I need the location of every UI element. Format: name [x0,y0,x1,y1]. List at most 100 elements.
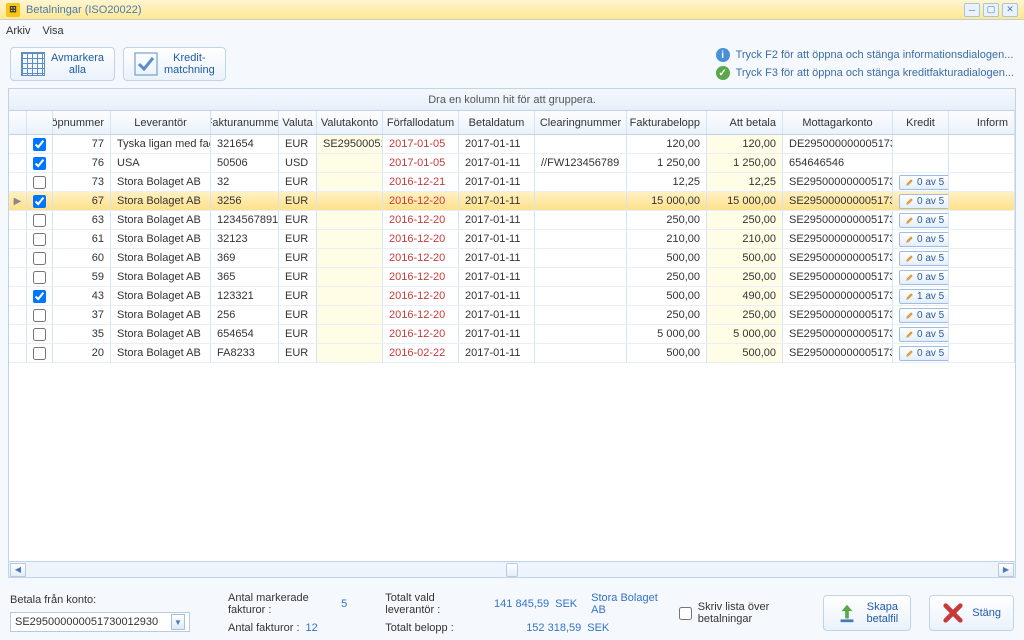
row-checkbox-cell[interactable] [27,230,53,248]
print-list-option[interactable]: Skriv lista över betalningar [679,601,806,625]
header-clearingnummer[interactable]: Clearingnummer [535,111,627,134]
maximize-button[interactable]: ▢ [983,3,999,17]
row-checkbox[interactable] [33,214,46,227]
row-checkbox[interactable] [33,271,46,284]
table-row[interactable]: 77Tyska ligan med facto...321654EURSE295… [9,135,1015,154]
credit-button[interactable]: 0 av 5 [899,270,949,285]
row-checkbox[interactable] [33,252,46,265]
horizontal-scrollbar[interactable]: ◀ ▶ [9,561,1015,577]
group-by-bar[interactable]: Dra en kolumn hit för att gruppera. [9,89,1015,111]
table-row[interactable]: 60Stora Bolaget AB369EUR2016-12-202017-0… [9,249,1015,268]
header-fakturanummer[interactable]: Fakturanummer [211,111,279,134]
cell-att-betala[interactable]: 490,00 [707,287,783,305]
header-betaldatum[interactable]: Betaldatum [459,111,535,134]
header-checkbox[interactable] [27,111,53,134]
row-checkbox[interactable] [33,347,46,360]
credit-button[interactable]: 0 av 5 [899,232,949,247]
row-checkbox[interactable] [33,233,46,246]
row-checkbox[interactable] [33,309,46,322]
credit-button[interactable]: 1 av 5 [899,289,949,304]
create-payment-file-button[interactable]: Skapa betalfil [823,595,911,631]
row-checkbox[interactable] [33,176,46,189]
table-row[interactable]: 43Stora Bolaget AB123321EUR2016-12-20201… [9,287,1015,306]
header-fakturabelopp[interactable]: Fakturabelopp [627,111,707,134]
credit-button[interactable]: 0 av 5 [899,175,949,190]
cell-valutakonto[interactable] [317,325,383,343]
menu-arkiv[interactable]: Arkiv [6,25,30,37]
row-checkbox-cell[interactable] [27,287,53,305]
row-checkbox-cell[interactable] [27,268,53,286]
row-checkbox-cell[interactable] [27,325,53,343]
cell-att-betala[interactable]: 500,00 [707,249,783,267]
minimize-button[interactable]: ─ [964,3,980,17]
table-row[interactable]: ▶67Stora Bolaget AB3256EUR2016-12-202017… [9,192,1015,211]
cell-att-betala[interactable]: 250,00 [707,306,783,324]
credit-button[interactable]: 0 av 5 [899,194,949,209]
cell-valutakonto[interactable] [317,306,383,324]
row-checkbox[interactable] [33,138,46,151]
credit-match-button[interactable]: Kredit- matchning [123,47,226,81]
row-checkbox-cell[interactable] [27,173,53,191]
header-valutakonto[interactable]: Valutakonto [317,111,383,134]
table-row[interactable]: 37Stora Bolaget AB256EUR2016-12-202017-0… [9,306,1015,325]
pay-from-account-select[interactable]: SE295000000051730012930 ▼ [10,612,190,632]
cell-att-betala[interactable]: 210,00 [707,230,783,248]
cell-valutakonto[interactable] [317,192,383,210]
row-checkbox-cell[interactable] [27,249,53,267]
header-leverantor[interactable]: Leverantör [111,111,211,134]
table-row[interactable]: 35Stora Bolaget AB654654EUR2016-12-20201… [9,325,1015,344]
row-checkbox-cell[interactable] [27,211,53,229]
cell-att-betala[interactable]: 12,25 [707,173,783,191]
credit-button[interactable]: 0 av 5 [899,213,949,228]
header-att-betala[interactable]: Att betala [707,111,783,134]
cell-att-betala[interactable]: 500,00 [707,344,783,362]
row-checkbox[interactable] [33,157,46,170]
row-checkbox-cell[interactable] [27,192,53,210]
scroll-left-button[interactable]: ◀ [10,563,26,577]
header-valuta[interactable]: Valuta [279,111,317,134]
credit-button[interactable]: 0 av 5 [899,308,949,323]
header-mottagarkonto[interactable]: Mottagarkonto [783,111,893,134]
cell-att-betala[interactable]: 1 250,00 [707,154,783,172]
row-checkbox-cell[interactable] [27,154,53,172]
cell-att-betala[interactable]: 250,00 [707,268,783,286]
cell-valutakonto[interactable] [317,154,383,172]
unmark-all-button[interactable]: Avmarkera alla [10,47,115,81]
row-checkbox[interactable] [33,290,46,303]
credit-button[interactable]: 0 av 5 [899,327,949,342]
cell-att-betala[interactable]: 15 000,00 [707,192,783,210]
cell-valutakonto[interactable] [317,268,383,286]
header-kredit[interactable]: Kredit [893,111,949,134]
cell-att-betala[interactable]: 5 000,00 [707,325,783,343]
row-checkbox-cell[interactable] [27,306,53,324]
cell-valutakonto[interactable] [317,344,383,362]
table-row[interactable]: 20Stora Bolaget ABFA8233EUR2016-02-22201… [9,344,1015,363]
cell-valutakonto[interactable] [317,249,383,267]
row-checkbox-cell[interactable] [27,135,53,153]
cell-valutakonto[interactable]: SE29500051... [317,135,383,153]
table-row[interactable]: 73Stora Bolaget AB32EUR2016-12-212017-01… [9,173,1015,192]
cell-valutakonto[interactable] [317,173,383,191]
header-lopnummer[interactable]: Löpnummer [53,111,111,134]
cell-valutakonto[interactable] [317,230,383,248]
scroll-track[interactable] [27,563,997,577]
close-button[interactable]: Stäng [929,595,1014,631]
table-row[interactable]: 63Stora Bolaget AB123456789123...EUR2016… [9,211,1015,230]
row-checkbox-cell[interactable] [27,344,53,362]
cell-att-betala[interactable]: 250,00 [707,211,783,229]
row-checkbox[interactable] [33,195,46,208]
cell-valutakonto[interactable] [317,211,383,229]
header-information[interactable]: Inform [949,111,1015,134]
table-row[interactable]: 59Stora Bolaget AB365EUR2016-12-202017-0… [9,268,1015,287]
table-row[interactable]: 61Stora Bolaget AB32123EUR2016-12-202017… [9,230,1015,249]
menu-visa[interactable]: Visa [42,25,63,37]
dropdown-icon[interactable]: ▼ [171,614,185,630]
scroll-thumb[interactable] [506,563,518,577]
print-list-checkbox[interactable] [679,607,692,620]
row-checkbox[interactable] [33,328,46,341]
header-forfallodatum[interactable]: Förfallodatum [383,111,459,134]
close-window-button[interactable]: ✕ [1002,3,1018,17]
credit-button[interactable]: 0 av 5 [899,251,949,266]
table-row[interactable]: 76USA50506USD2017-01-052017-01-11//FW123… [9,154,1015,173]
cell-valutakonto[interactable] [317,287,383,305]
